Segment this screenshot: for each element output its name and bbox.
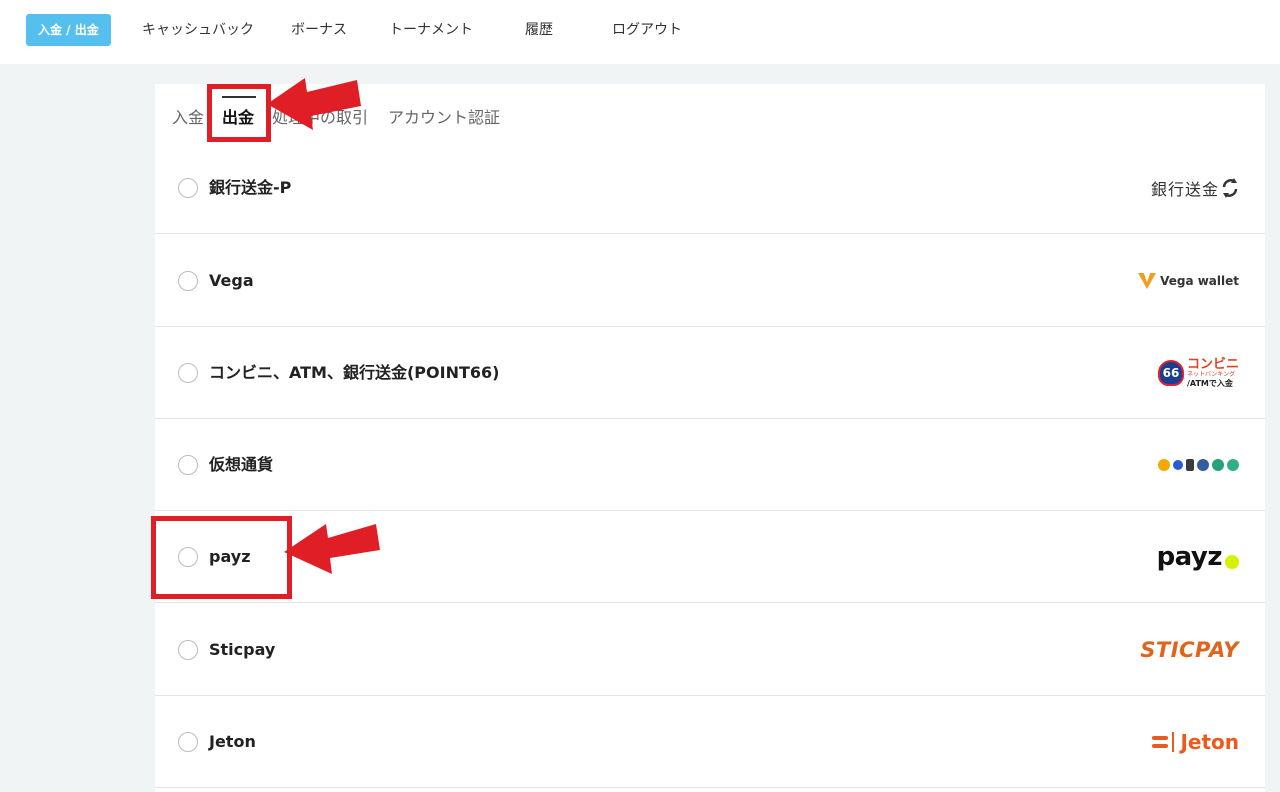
method-row-bank-transfer[interactable]: 銀行送金-P 銀行送金 (155, 142, 1265, 234)
method-row-vega[interactable]: Vega Vega wallet (155, 235, 1265, 327)
point66-badge-icon: 66 (1157, 360, 1184, 386)
method-label: 銀行送金-P (209, 178, 292, 197)
highlight-box-payz (151, 516, 292, 599)
jeton-logo: Jeton (1152, 722, 1239, 762)
crypto-logos (1158, 445, 1239, 485)
nav-bonus[interactable]: ボーナス (291, 14, 347, 46)
point66-logo: 66 コンビニ ネットバンキング /ATMで入金 (1157, 353, 1239, 393)
arrow-icon (267, 78, 361, 130)
arrow-icon (284, 524, 380, 574)
radio-button[interactable] (178, 271, 198, 291)
vega-wallet-logo: Vega wallet (1138, 261, 1239, 301)
bank-logo-text: 銀行送金 (1150, 180, 1219, 199)
nav-tournament[interactable]: トーナメント (389, 14, 473, 46)
bitcoin-icon (1158, 459, 1170, 471)
bank-transfer-logo: 銀行送金 (1151, 168, 1239, 208)
radio-button[interactable] (178, 178, 198, 198)
method-row-crypto[interactable]: 仮想通貨 (155, 419, 1265, 511)
method-row-sticpay[interactable]: Sticpay STICPAY (155, 604, 1265, 696)
highlight-box-withdraw-tab (207, 84, 271, 142)
radio-button[interactable] (178, 640, 198, 660)
nav-logout[interactable]: ログアウト (612, 14, 682, 46)
nav-cashback[interactable]: キャッシュバック (142, 14, 254, 46)
sticpay-logo-text: STICPAY (1140, 638, 1239, 662)
refresh-icon (1222, 178, 1238, 198)
tab-deposit[interactable]: 入金 (172, 106, 204, 130)
tron-icon (1227, 459, 1239, 471)
nav-history[interactable]: 履歴 (525, 14, 553, 46)
jeton-icon (1152, 732, 1175, 752)
payz-logo-text: payz (1156, 542, 1223, 572)
jeton-logo-text: Jeton (1180, 730, 1239, 754)
radio-button[interactable] (178, 455, 198, 475)
radio-button[interactable] (178, 732, 198, 752)
radio-button[interactable] (178, 363, 198, 383)
method-label: 仮想通貨 (209, 455, 274, 474)
tab-account-verification[interactable]: アカウント認証 (388, 106, 500, 130)
nav-deposit-withdraw[interactable]: 入金 / 出金 (26, 14, 111, 46)
ripple-icon (1173, 460, 1183, 470)
tether-icon (1212, 459, 1224, 471)
method-row-point66[interactable]: コンビニ、ATM、銀行送金(POINT66) 66 コンビニ ネットバンキング … (155, 327, 1265, 419)
sticpay-logo: STICPAY (1140, 630, 1239, 670)
method-label: Jeton (209, 732, 256, 751)
point66-logo-line1: コンビニ (1186, 357, 1239, 372)
ethereum-icon (1186, 459, 1194, 471)
top-nav: 入金 / 出金 キャッシュバック ボーナス トーナメント 履歴 ログアウト (0, 0, 1280, 64)
payz-dot-icon (1225, 555, 1239, 569)
vega-logo-text: Vega wallet (1160, 274, 1239, 288)
litecoin-icon (1197, 459, 1209, 471)
method-label: Sticpay (209, 640, 276, 659)
method-row-jeton[interactable]: Jeton Jeton (155, 696, 1265, 788)
point66-logo-line2: ネットバンキング (1186, 371, 1236, 378)
point66-logo-line3: /ATMで入金 (1186, 379, 1233, 388)
method-label: Vega (209, 271, 254, 290)
method-label: コンビニ、ATM、銀行送金(POINT66) (209, 363, 500, 382)
payz-logo: payz (1157, 537, 1239, 577)
vega-icon (1138, 273, 1157, 289)
